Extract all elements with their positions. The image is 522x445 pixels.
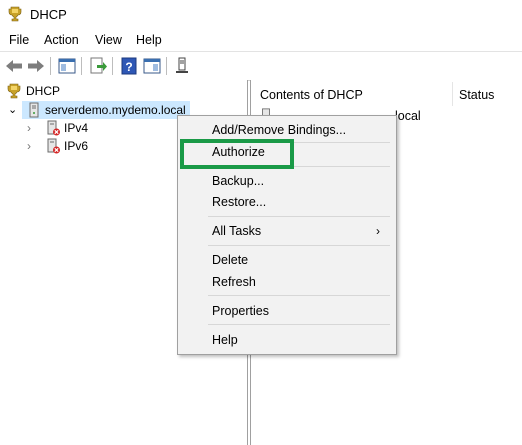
ipv6-icon bbox=[47, 138, 60, 154]
menu-separator bbox=[208, 245, 390, 246]
menu-separator bbox=[208, 216, 390, 217]
menu-file[interactable]: File bbox=[9, 33, 29, 47]
menu-item-backup[interactable]: Backup... bbox=[212, 171, 264, 191]
menu-item-properties[interactable]: Properties bbox=[212, 301, 269, 321]
menu-item-add-remove-bindings[interactable]: Add/Remove Bindings... bbox=[212, 120, 346, 140]
tree-label: IPv4 bbox=[64, 121, 89, 135]
toolbar: ? bbox=[0, 51, 522, 81]
forward-arrow-icon[interactable] bbox=[26, 56, 46, 76]
tree-label: serverdemo.mydemo.local bbox=[45, 103, 186, 117]
menu-item-delete[interactable]: Delete bbox=[212, 250, 248, 270]
action-pane-icon[interactable] bbox=[142, 56, 162, 76]
back-arrow-icon[interactable] bbox=[4, 56, 24, 76]
window-title: DHCP bbox=[30, 7, 67, 22]
column-divider[interactable] bbox=[452, 82, 453, 106]
server-icon bbox=[29, 102, 39, 118]
menu-bar: File Action View Help bbox=[0, 30, 522, 51]
menu-item-refresh[interactable]: Refresh bbox=[212, 272, 256, 292]
server-status-icon[interactable] bbox=[172, 56, 192, 76]
help-icon[interactable]: ? bbox=[119, 56, 139, 76]
menu-separator bbox=[208, 295, 390, 296]
svg-text:?: ? bbox=[125, 60, 132, 74]
menu-item-label: All Tasks bbox=[212, 224, 262, 238]
chevron-right-icon[interactable]: › bbox=[27, 137, 31, 155]
toolbar-separator bbox=[112, 57, 113, 75]
menu-view[interactable]: View bbox=[95, 33, 122, 47]
ipv4-icon bbox=[47, 120, 60, 136]
export-list-icon[interactable] bbox=[88, 56, 108, 76]
title-bar: DHCP bbox=[0, 0, 522, 30]
chevron-right-icon[interactable]: › bbox=[27, 119, 31, 137]
toolbar-separator bbox=[166, 57, 167, 75]
tree-label: IPv6 bbox=[64, 139, 89, 153]
tree-label: DHCP bbox=[26, 84, 61, 98]
menu-separator bbox=[208, 324, 390, 325]
menu-help[interactable]: Help bbox=[136, 33, 162, 47]
menu-item-help[interactable]: Help bbox=[212, 330, 238, 350]
menu-item-restore[interactable]: Restore... bbox=[212, 192, 266, 212]
results-row-text[interactable]: local bbox=[395, 109, 421, 123]
menu-action[interactable]: Action bbox=[44, 33, 79, 47]
dhcp-icon bbox=[7, 83, 21, 99]
show-hide-console-tree-icon[interactable] bbox=[57, 56, 77, 76]
toolbar-separator bbox=[81, 57, 82, 75]
toolbar-separator bbox=[50, 57, 51, 75]
authorize-highlight-box bbox=[180, 139, 294, 169]
column-header-status[interactable]: Status bbox=[459, 84, 494, 106]
chevron-down-icon[interactable]: ⌄ bbox=[8, 101, 17, 119]
column-header-contents[interactable]: Contents of DHCP bbox=[260, 84, 363, 106]
dhcp-app-icon bbox=[8, 6, 22, 22]
submenu-arrow-icon: › bbox=[376, 224, 380, 238]
menu-item-all-tasks[interactable]: All Tasks › bbox=[212, 221, 390, 241]
